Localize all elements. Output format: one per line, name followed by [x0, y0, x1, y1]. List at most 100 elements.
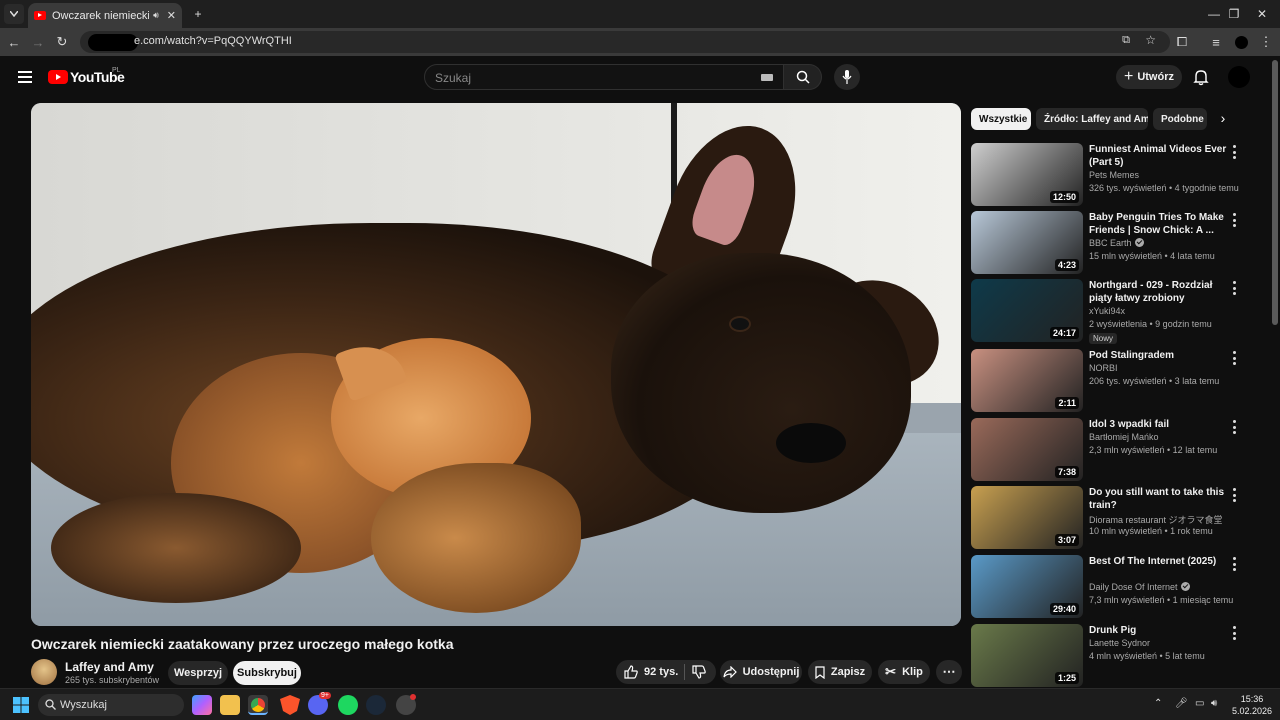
extensions-icon[interactable]: ⧠ — [1172, 32, 1192, 52]
more-options-icon[interactable] — [1229, 213, 1239, 227]
recommendation-title[interactable]: Funniest Animal Videos Ever (Part 5) — [1089, 143, 1229, 169]
dog-paw-left — [51, 493, 301, 603]
video-thumbnail[interactable]: 12:50 — [971, 143, 1083, 206]
new-tab-button[interactable]: + — [184, 4, 212, 24]
hamburger-menu-icon[interactable] — [18, 71, 32, 83]
tray-chevron-icon[interactable]: ⌃ — [1154, 698, 1162, 709]
recommendation-title[interactable]: Do you still want to take this train? — [1089, 486, 1229, 512]
more-options-icon[interactable] — [1229, 420, 1239, 434]
video-thumbnail[interactable]: 7:38 — [971, 418, 1083, 481]
tray-volume-icon[interactable]: 🔊︎ — [1211, 698, 1217, 709]
profile-avatar[interactable] — [1235, 36, 1248, 49]
chip-all[interactable]: Wszystkie — [971, 108, 1031, 130]
media-control-icon[interactable]: ≡ — [1206, 32, 1226, 52]
brave-icon[interactable] — [280, 695, 300, 715]
recommendation-item[interactable]: 12:50 Funniest Animal Videos Ever (Part 5… — [971, 143, 1261, 207]
like-button[interactable]: 92 tys. — [624, 665, 678, 679]
recommendation-channel[interactable]: Bartłomiej Mańko — [1089, 432, 1159, 442]
video-thumbnail[interactable]: 1:25 — [971, 624, 1083, 687]
recommendation-channel[interactable]: xYuki94x — [1089, 306, 1125, 316]
recommendation-item[interactable]: 1:25 Drunk Pig Lanette Sydnor 4 mln wyświet… — [971, 624, 1261, 688]
recommendation-channel[interactable]: Daily Dose Of Internet — [1089, 582, 1190, 592]
video-thumbnail[interactable]: 3:07 — [971, 486, 1083, 549]
cast-icon[interactable]: ⧉ — [1122, 34, 1130, 47]
recommendation-item[interactable]: 4:23 Baby Penguin Tries To Make Friends |… — [971, 211, 1261, 275]
channel-avatar[interactable] — [31, 659, 57, 685]
recommendation-title[interactable]: Drunk Pig — [1089, 624, 1229, 637]
support-button[interactable]: Wesprzyj — [168, 661, 228, 685]
search-placeholder: Szukaj — [435, 71, 472, 85]
recommendation-title[interactable]: Pod Stalingradem — [1089, 349, 1229, 362]
steam-icon[interactable] — [366, 695, 386, 715]
chrome-icon[interactable] — [248, 695, 268, 715]
channel-name[interactable]: Laffey and Amy — [65, 660, 154, 674]
browser-toolbar: ← → ↻ e.com/watch?v=PqQQYWrQTHI ⧉ ☆ ⧠ ≡ … — [0, 28, 1280, 56]
recommendation-title[interactable]: Northgard - 029 - Rozdział piąty łatwy z… — [1089, 279, 1229, 305]
copilot-icon[interactable] — [192, 695, 212, 715]
search-button[interactable] — [784, 64, 822, 90]
more-options-icon[interactable] — [1229, 145, 1239, 159]
bookmark-star-icon[interactable]: ☆ — [1145, 33, 1156, 47]
keyboard-icon[interactable] — [761, 74, 773, 81]
tab-search-button[interactable] — [4, 4, 24, 24]
recommendation-channel[interactable]: BBC Earth — [1089, 238, 1144, 248]
more-options-icon[interactable] — [1229, 626, 1239, 640]
back-icon[interactable]: ← — [4, 32, 24, 52]
youtube-logo[interactable]: YouTube PL — [48, 67, 125, 85]
video-thumbnail[interactable]: 29:40 — [971, 555, 1083, 618]
save-button[interactable]: Zapisz — [808, 660, 872, 684]
spotify-icon[interactable] — [338, 695, 358, 715]
more-options-icon[interactable] — [1229, 488, 1239, 502]
forward-icon[interactable]: → — [28, 32, 48, 52]
youtube-header: YouTube PL Szukaj + Utwórz — [0, 56, 1280, 100]
recommendation-channel[interactable]: Diorama restaurant ジオラマ食堂 — [1089, 513, 1223, 526]
window-close-icon[interactable]: ✕ — [1248, 4, 1276, 24]
more-options-icon[interactable] — [1229, 557, 1239, 571]
video-thumbnail[interactable]: 2:11 — [971, 349, 1083, 412]
tab-close-icon[interactable]: ✕ — [167, 9, 176, 22]
voice-search-button[interactable] — [834, 64, 860, 90]
recommendation-item[interactable]: 29:40 Best Of The Internet (2025) Daily Do… — [971, 555, 1261, 619]
chip-source[interactable]: Źródło: Laffey and Amy — [1036, 108, 1148, 130]
video-thumbnail[interactable]: 4:23 — [971, 211, 1083, 274]
recommendation-title[interactable]: Baby Penguin Tries To Make Friends | Sno… — [1089, 211, 1229, 237]
clip-button[interactable]: ✂ Klip — [878, 660, 930, 684]
recommendation-channel[interactable]: Lanette Sydnor — [1089, 638, 1150, 648]
windows-start-icon[interactable] — [13, 697, 29, 713]
recommendation-item[interactable]: 3:07 Do you still want to take this train… — [971, 486, 1261, 550]
chip-related[interactable]: Podobne — [1153, 108, 1207, 130]
recommendation-item[interactable]: 2:11 Pod Stalingradem NORBI 206 tys. wyświe… — [971, 349, 1261, 413]
recommendation-channel[interactable]: NORBI — [1089, 363, 1118, 373]
more-actions-button[interactable]: ⋯ — [936, 660, 962, 684]
page-scrollbar[interactable] — [1272, 60, 1278, 325]
menu-kebab-icon[interactable]: ⋮ — [1256, 32, 1276, 52]
recommendation-meta: 2 wyświetlenia • 9 godzin temu — [1089, 319, 1212, 329]
more-options-icon[interactable] — [1229, 281, 1239, 295]
tray-microphone-icon[interactable]: 🎤︎ — [1175, 698, 1188, 709]
recommendation-title[interactable]: Best Of The Internet (2025) — [1089, 555, 1229, 568]
recommendation-title[interactable]: Idol 3 wpadki fail — [1089, 418, 1229, 431]
file-explorer-icon[interactable] — [220, 695, 240, 715]
recommendation-item[interactable]: 24:17 Northgard - 029 - Rozdział piąty ła… — [971, 279, 1261, 344]
video-player[interactable] — [31, 103, 961, 626]
reload-icon[interactable]: ↻ — [52, 32, 72, 52]
browser-tab-active[interactable]: Owczarek niemiecki zaatakowany przez uro… — [28, 3, 182, 28]
video-thumbnail[interactable]: 24:17 — [971, 279, 1083, 342]
recommendation-channel[interactable]: Pets Memes — [1089, 170, 1139, 180]
share-button[interactable]: Udostępnij — [720, 660, 802, 684]
taskbar-search[interactable]: Wyszukaj — [38, 694, 184, 716]
notifications-bell-icon[interactable] — [1192, 68, 1210, 86]
chevron-right-icon[interactable]: › — [1214, 110, 1232, 128]
subscribe-button[interactable]: Subskrybuj — [233, 661, 301, 685]
taskbar-clock[interactable]: 15:36 5.02.2026 — [1232, 693, 1272, 717]
restore-icon[interactable]: ❐ — [1220, 4, 1248, 24]
create-button[interactable]: + Utwórz — [1116, 65, 1182, 89]
more-options-icon[interactable] — [1229, 351, 1239, 365]
recommendation-item[interactable]: 7:38 Idol 3 wpadki fail Bartłomiej Mańko 2,… — [971, 418, 1261, 482]
search-input[interactable]: Szukaj — [424, 64, 784, 90]
tray-display-icon[interactable]: ▭ — [1195, 698, 1204, 709]
dislike-button[interactable] — [692, 665, 706, 682]
address-bar[interactable]: e.com/watch?v=PqQQYWrQTHI ⧉ ☆ — [80, 31, 1170, 53]
speaker-icon[interactable]: 🔊︎ — [153, 10, 159, 21]
account-avatar[interactable] — [1228, 66, 1250, 88]
